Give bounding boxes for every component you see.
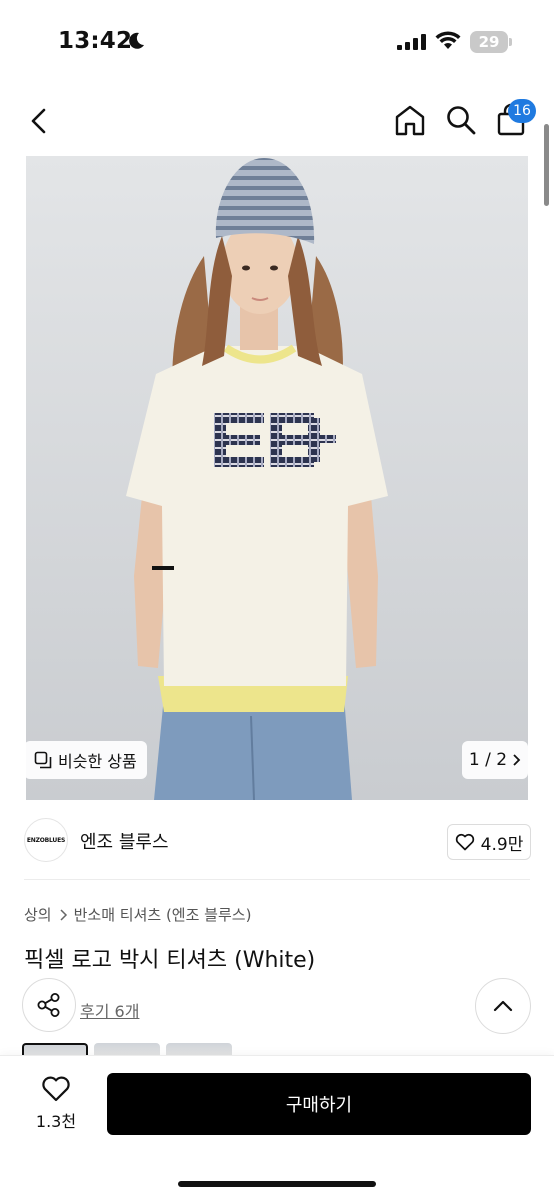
top-nav bbox=[0, 90, 554, 152]
similar-products-label: 비슷한 상품 bbox=[58, 752, 137, 771]
home-indicator bbox=[178, 1181, 376, 1187]
wifi-icon bbox=[435, 31, 461, 49]
product-image[interactable] bbox=[26, 156, 528, 800]
image-pager[interactable]: 1 / 2 bbox=[462, 741, 528, 779]
chevron-right-icon bbox=[513, 754, 521, 766]
cart-count-badge: 16 bbox=[508, 99, 536, 123]
brand-logo[interactable]: ENZOBLUES bbox=[24, 818, 68, 862]
product-title: 픽셀 로고 박시 티셔츠 (White) bbox=[24, 948, 316, 973]
brand-name[interactable]: 엔조 블루스 bbox=[80, 828, 169, 854]
brand-row: ENZOBLUES 엔조 블루스 4.9만 bbox=[0, 806, 554, 874]
chevron-right-icon bbox=[60, 908, 67, 921]
scrollbar[interactable] bbox=[544, 124, 549, 206]
share-icon bbox=[37, 993, 60, 1017]
brand-logo-text: ENZOBLUES bbox=[26, 836, 66, 844]
battery-icon: 29 bbox=[470, 31, 512, 53]
moon-icon bbox=[129, 32, 144, 49]
divider bbox=[24, 879, 530, 880]
brand-like-count: 4.9만 bbox=[480, 834, 524, 855]
scroll-to-top-button[interactable] bbox=[475, 978, 531, 1034]
similar-products-button[interactable]: 비슷한 상품 bbox=[24, 741, 147, 779]
wishlist-count: 1.3천 bbox=[35, 1112, 77, 1131]
home-icon[interactable] bbox=[392, 102, 428, 138]
heart-icon bbox=[455, 833, 474, 851]
similar-icon bbox=[34, 751, 52, 769]
heart-icon bbox=[42, 1076, 70, 1102]
back-icon[interactable] bbox=[24, 104, 56, 138]
breadcrumb: 상의 반소매 티셔츠 (엔조 블루스) bbox=[24, 904, 251, 925]
search-icon[interactable] bbox=[444, 102, 478, 138]
breadcrumb-item[interactable]: 상의 bbox=[24, 904, 52, 925]
signal-icon bbox=[397, 34, 426, 50]
battery-level: 29 bbox=[478, 33, 500, 51]
pager-text: 1 / 2 bbox=[468, 750, 508, 770]
reviews-link[interactable]: 후기 6개 bbox=[80, 998, 139, 1022]
breadcrumb-item[interactable]: 반소매 티셔츠 (엔조 블루스) bbox=[74, 904, 252, 925]
status-bar: 13:42 29 bbox=[0, 0, 554, 84]
model-photo bbox=[26, 156, 528, 800]
brand-like-button[interactable]: 4.9만 bbox=[447, 824, 531, 860]
chevron-up-icon bbox=[493, 1000, 513, 1012]
buy-button[interactable]: 구매하기 bbox=[107, 1073, 531, 1135]
share-button[interactable] bbox=[22, 978, 76, 1032]
status-time: 13:42 bbox=[58, 28, 133, 54]
